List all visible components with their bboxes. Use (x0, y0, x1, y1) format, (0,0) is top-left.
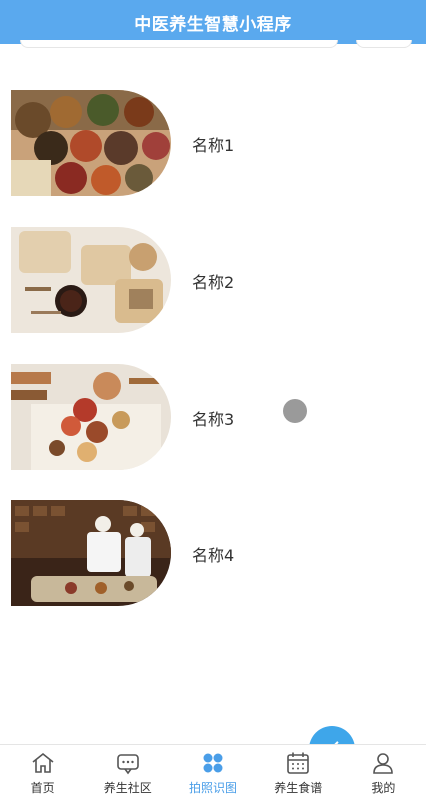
list-item[interactable]: 名称2 (0, 227, 426, 335)
tab-recipes[interactable]: 养生食谱 (256, 745, 341, 800)
tab-label: 我的 (371, 781, 396, 795)
tab-community[interactable]: 养生社区 (85, 745, 170, 800)
list-item[interactable]: 名称1 (0, 90, 426, 198)
item-name: 名称3 (192, 410, 235, 429)
tab-profile[interactable]: 我的 (341, 745, 426, 800)
bottom-tab-bar: 首页 养生社区 拍照识图 养生食谱 我的 (0, 744, 426, 800)
search-bar-area (0, 40, 426, 52)
calendar-icon (287, 752, 310, 774)
search-input[interactable] (20, 40, 338, 48)
tab-label: 拍照识图 (189, 781, 238, 795)
item-thumbnail (11, 364, 171, 470)
item-name: 名称1 (192, 136, 235, 155)
item-name: 名称2 (192, 273, 235, 292)
item-thumbnail (11, 500, 171, 606)
page-title: 中医养生智慧小程序 (134, 14, 292, 35)
tab-label: 养生食谱 (274, 781, 323, 795)
tab-label: 养生社区 (103, 781, 152, 795)
item-name: 名称4 (192, 546, 235, 565)
touch-indicator (283, 399, 307, 423)
item-thumbnail (11, 227, 171, 333)
list-item[interactable]: 名称4 (0, 500, 426, 608)
grid-icon (203, 753, 223, 773)
tab-label: 首页 (30, 781, 55, 795)
home-icon (32, 752, 54, 773)
tab-photo-recognition[interactable]: 拍照识图 (170, 745, 255, 800)
chat-icon (116, 754, 139, 775)
user-icon (373, 753, 394, 774)
tab-home[interactable]: 首页 (0, 745, 85, 800)
item-thumbnail (11, 90, 171, 196)
app-header: 中医养生智慧小程序 (0, 0, 426, 44)
search-button[interactable] (356, 40, 412, 48)
list-item[interactable]: 名称3 (0, 364, 426, 472)
